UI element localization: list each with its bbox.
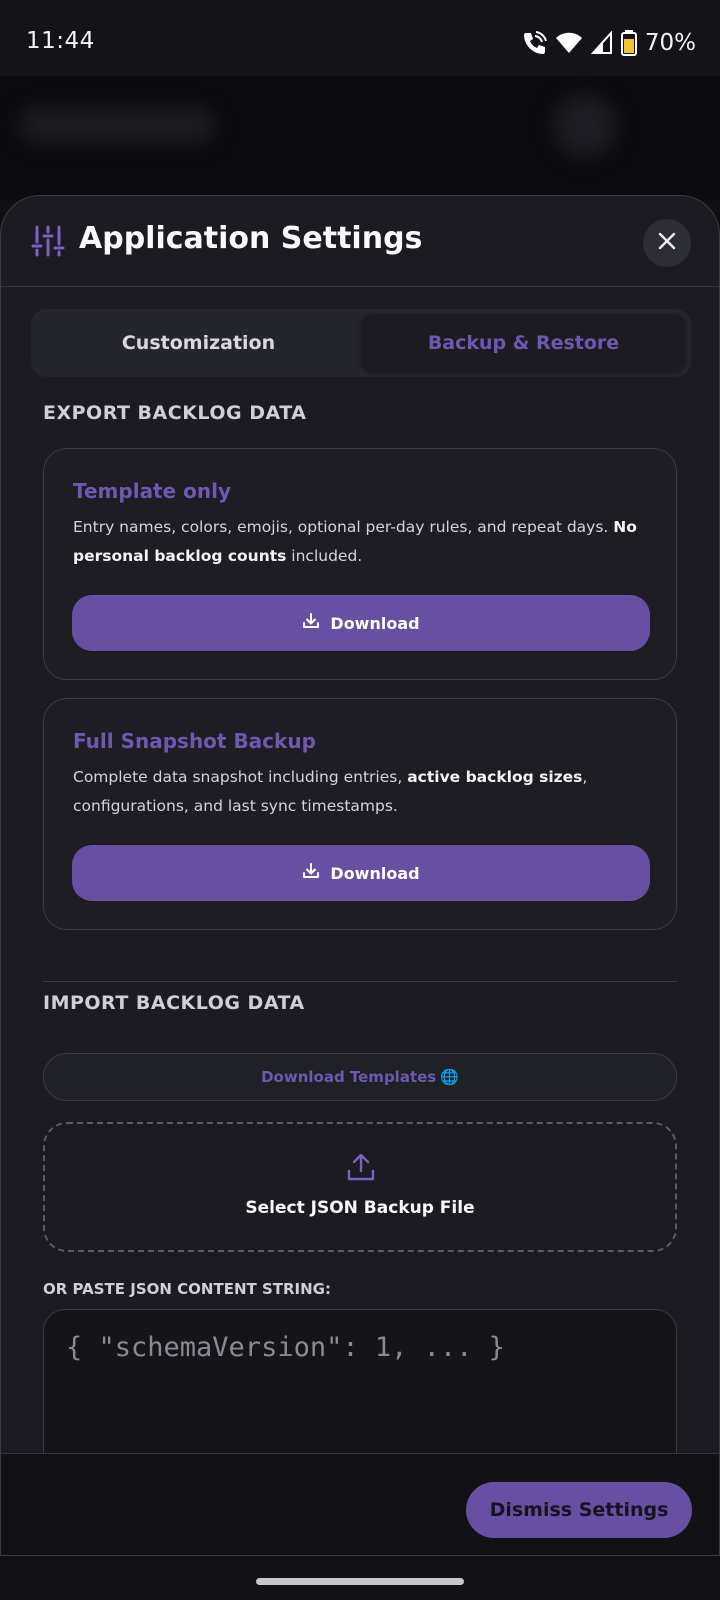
select-json-file-dropzone[interactable]: Select JSON Backup File [43,1122,677,1252]
blurred-button [555,96,615,156]
settings-tabs: Customization Backup & Restore [31,309,691,377]
tab-customization[interactable]: Customization [36,314,361,372]
snapshot-card-title: Full Snapshot Backup [73,729,316,753]
download-snapshot-button[interactable]: Download [72,845,650,901]
template-card-description: Entry names, colors, emojis, optional pe… [73,518,637,565]
blurred-title [22,110,212,140]
section-divider [43,981,677,982]
wifi-call-icon [521,30,547,56]
import-heading: IMPORT BACKLOG DATA [43,992,305,1014]
sliders-icon [31,224,65,262]
navigation-bar [0,1556,720,1600]
close-icon [657,231,677,255]
download-template-button[interactable]: Download [72,595,650,651]
battery-level: 70% [644,30,696,56]
tab-backup-restore[interactable]: Backup & Restore [361,314,686,372]
backdrop[interactable] [0,76,720,200]
dismiss-settings-button[interactable]: Dismiss Settings [466,1482,692,1538]
template-card-title: Template only [73,479,232,503]
home-gesture-handle[interactable] [256,1578,464,1585]
download-icon [302,612,320,634]
signal-icon [590,31,613,55]
snapshot-card-description: Complete data snapshot including entries… [73,768,588,815]
download-snapshot-label: Download [330,863,420,883]
sheet-title: Application Settings [79,221,423,256]
upload-icon [346,1152,376,1186]
template-only-card: Template only Entry names, colors, emoji… [43,448,677,680]
settings-sheet: Application Settings Customization Backu… [0,195,720,1556]
download-template-label: Download [330,613,420,633]
status-icons: 70% [521,28,696,58]
sheet-footer: Dismiss Settings [1,1453,719,1555]
paste-json-label: OR PASTE JSON CONTENT STRING: [43,1280,331,1298]
download-icon [302,862,320,884]
download-templates-label: Download Templates [261,1068,437,1086]
close-button[interactable] [643,219,691,267]
wifi-icon [555,31,583,55]
status-bar: 11:44 70% [0,0,720,76]
globe-icon: 🌐 [440,1068,459,1086]
export-heading: EXPORT BACKLOG DATA [43,402,307,424]
status-time: 11:44 [26,28,95,54]
download-templates-button[interactable]: Download Templates 🌐 [43,1053,677,1101]
sheet-header: Application Settings [1,196,719,287]
battery-icon [620,30,637,56]
full-snapshot-card: Full Snapshot Backup Complete data snaps… [43,698,677,930]
select-json-file-label: Select JSON Backup File [245,1198,475,1218]
